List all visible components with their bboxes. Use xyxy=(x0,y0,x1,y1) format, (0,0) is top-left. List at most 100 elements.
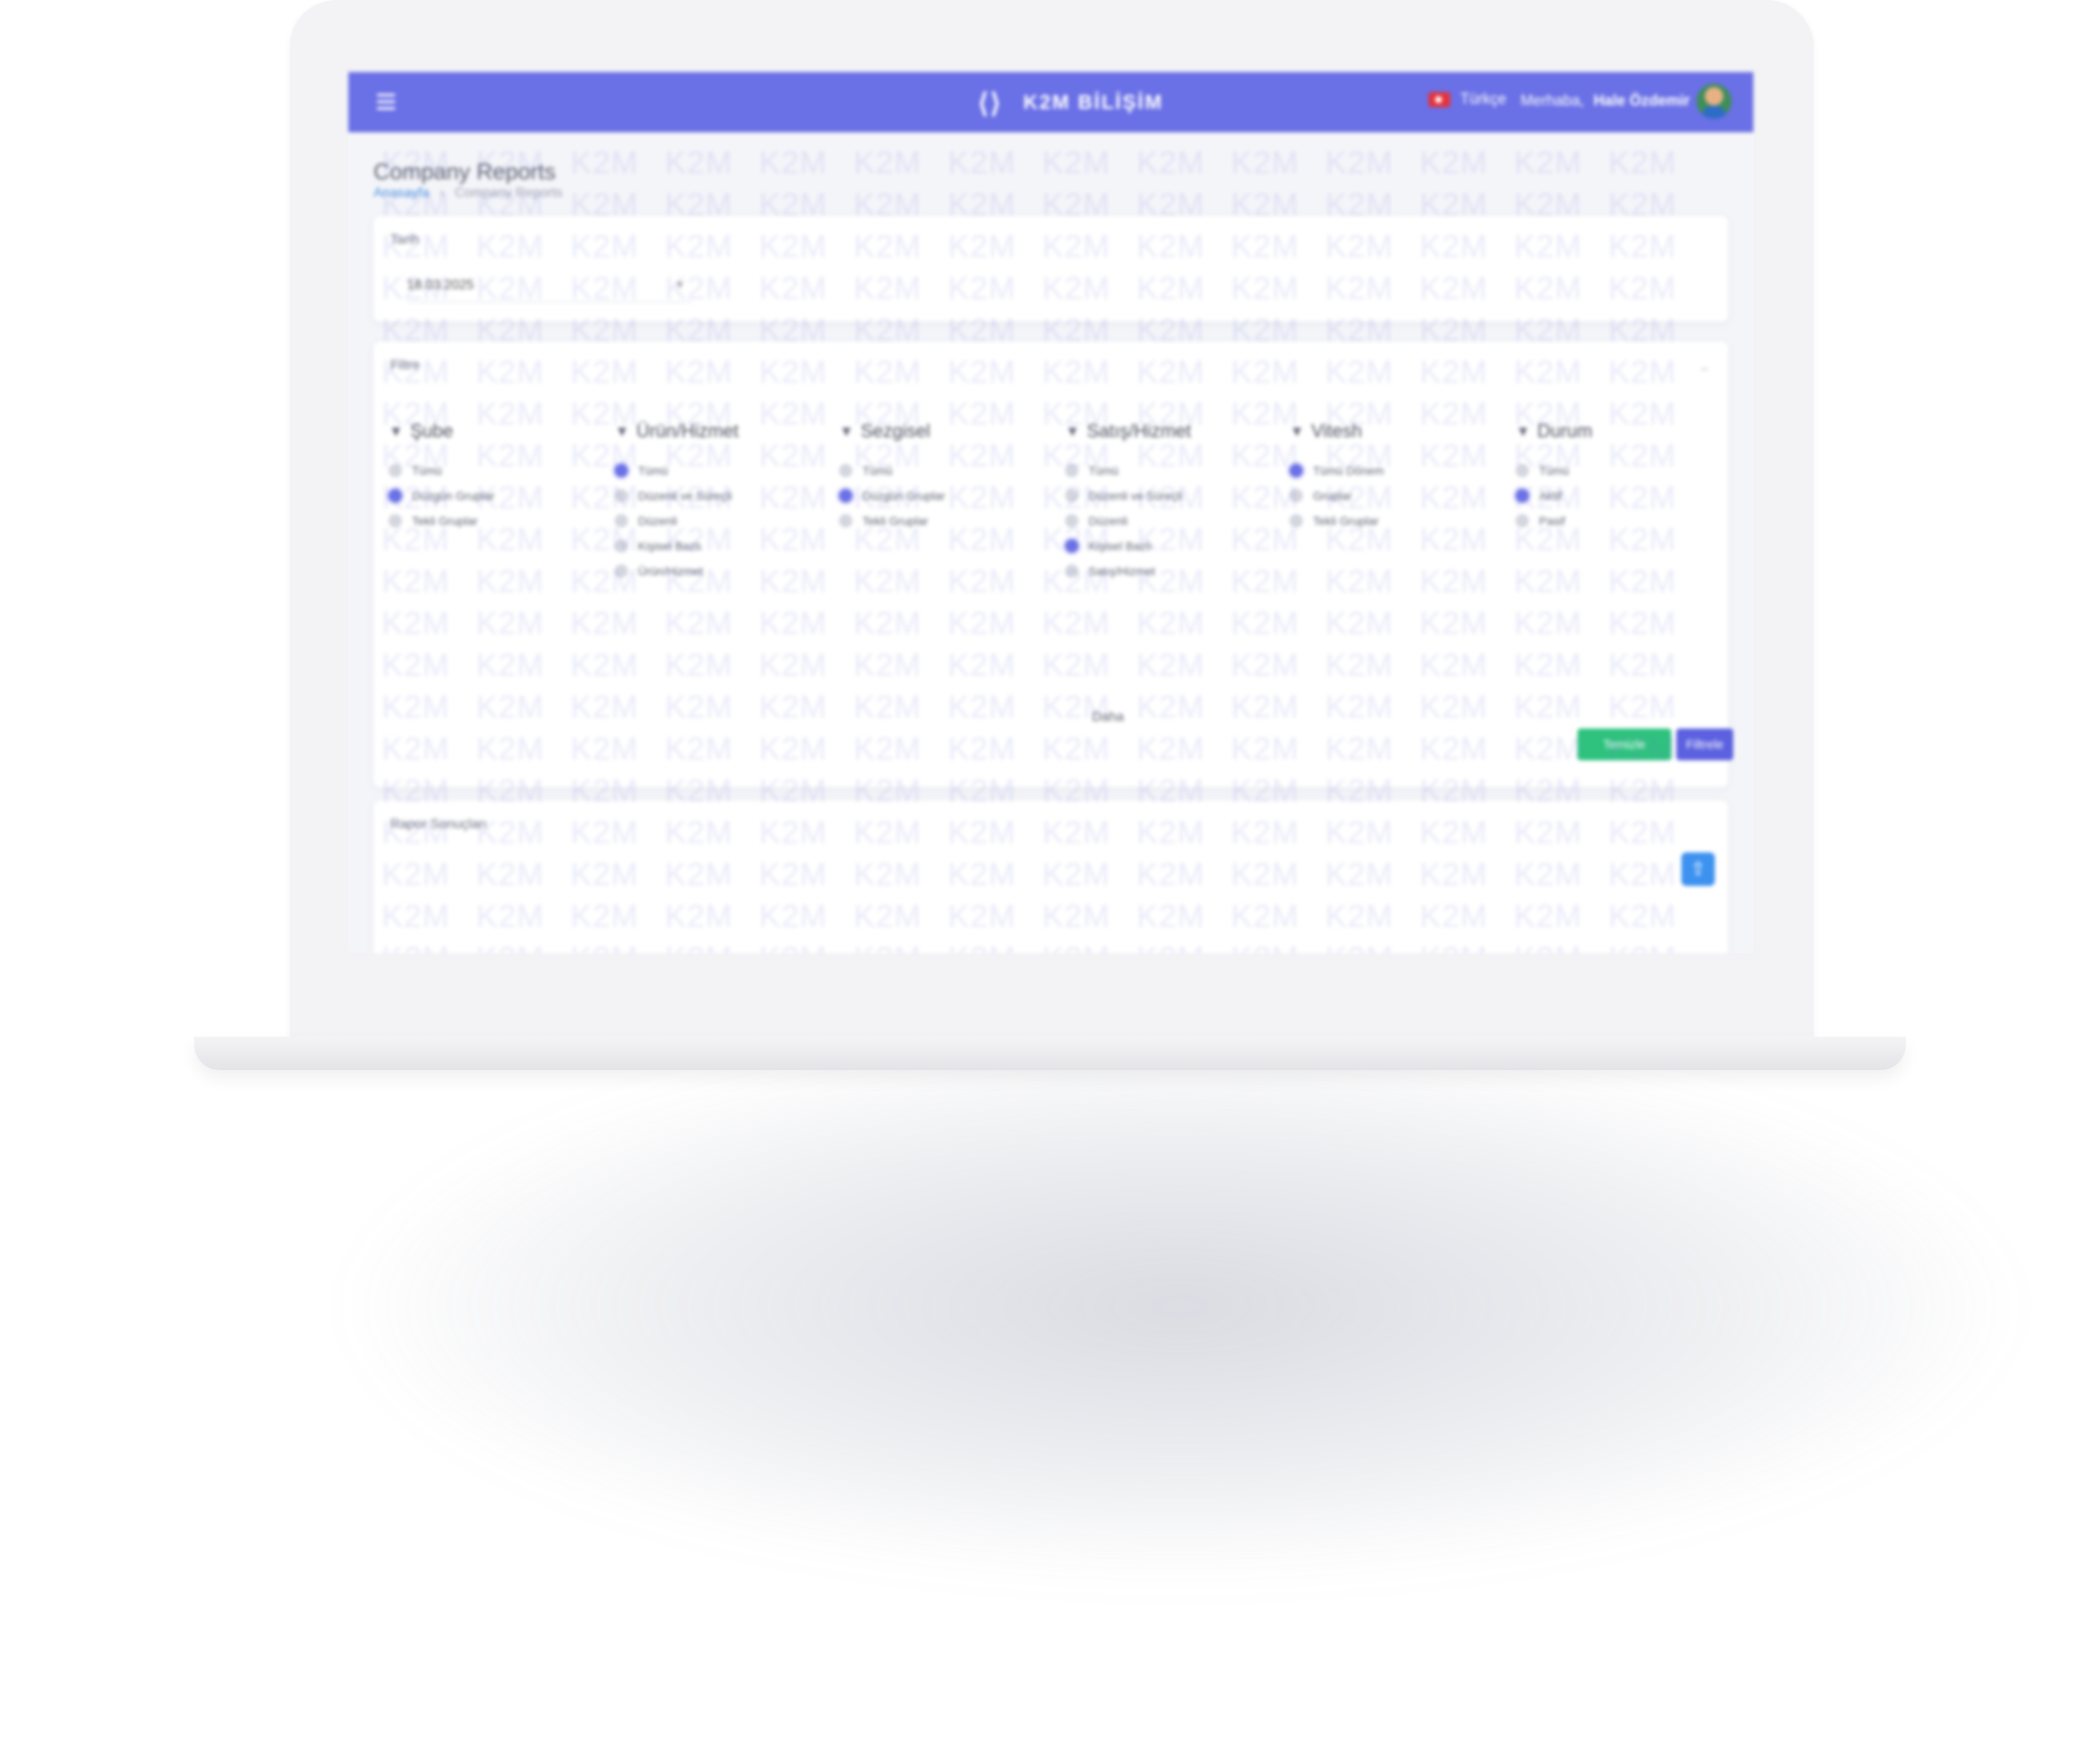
filter-option-label: Aktif xyxy=(1539,489,1562,502)
filter-option[interactable]: Düzenli xyxy=(615,514,832,528)
filter-column-header: ▼ Satış/Hizmet xyxy=(1065,420,1283,442)
filter-button[interactable]: Filtrele xyxy=(1676,728,1733,760)
scroll-top-button[interactable]: ⇧ xyxy=(1681,852,1715,886)
filter-column-header: ▼ Şube xyxy=(389,420,606,442)
avatar[interactable] xyxy=(1696,84,1732,119)
filter-option[interactable]: Tekli Gruplar xyxy=(1289,514,1507,528)
radio-unchecked-icon[interactable] xyxy=(615,514,628,528)
filter-option[interactable]: Tümü xyxy=(839,464,1057,477)
breadcrumb-home-link[interactable]: Anasayfa xyxy=(373,186,430,200)
more-link[interactable]: Daha xyxy=(1092,710,1124,725)
filter-option[interactable]: Düzgün Gruplar xyxy=(389,489,606,502)
radio-unchecked-icon[interactable] xyxy=(1065,514,1078,528)
results-card-title: Rapor Sonuçları xyxy=(390,817,487,831)
radio-unchecked-icon[interactable] xyxy=(1289,489,1303,502)
radio-unchecked-icon[interactable] xyxy=(1065,489,1078,502)
filter-column-title: Satış/Hizmet xyxy=(1086,420,1192,441)
filter-card: Filtre – ▼ Şube Tümü Düzgün Gruplar Tekli Gr… xyxy=(373,342,1733,787)
date-field[interactable]: 18.03.2025 ▾ xyxy=(407,270,692,302)
filter-option-label: Gruplar xyxy=(1313,489,1352,502)
radio-unchecked-icon[interactable] xyxy=(389,464,402,477)
filter-option-label: Tümü xyxy=(412,464,442,477)
collapse-icon[interactable]: – xyxy=(1701,362,1708,377)
filter-option[interactable]: Düzenli ve Süreçli xyxy=(615,489,832,502)
radio-checked-icon[interactable] xyxy=(1065,539,1078,553)
language-selector[interactable]: Türkçe xyxy=(1428,90,1506,108)
filter-option-label: Kişisel Bazlı xyxy=(638,539,702,553)
radio-unchecked-icon[interactable] xyxy=(1065,564,1078,578)
radio-unchecked-icon[interactable] xyxy=(1289,514,1303,528)
filter-option[interactable]: Aktif xyxy=(1516,489,1733,502)
filter-column-title: Ürün/Hizmet xyxy=(636,420,739,441)
radio-unchecked-icon[interactable] xyxy=(839,464,852,477)
radio-unchecked-icon[interactable] xyxy=(1516,514,1529,528)
brand-name: K2M BİLİŞİM xyxy=(1023,91,1164,114)
filter-option[interactable]: Düzenli xyxy=(1065,514,1283,528)
filter-column-header: ▼ Sezgisel xyxy=(839,420,1057,442)
filter-option[interactable]: Gruplar xyxy=(1289,489,1507,502)
laptop-base xyxy=(194,1037,1906,1070)
reset-button[interactable]: Temizle xyxy=(1578,728,1671,760)
filter-option[interactable]: Ürün/Hizmet xyxy=(615,564,832,578)
radio-unchecked-icon[interactable] xyxy=(615,539,628,553)
funnel-icon: ▼ xyxy=(1065,422,1080,440)
radio-checked-icon[interactable] xyxy=(1289,464,1303,477)
date-card: Tarih 18.03.2025 ▾ xyxy=(373,216,1728,322)
filter-option-label: Tekli Gruplar xyxy=(1313,514,1379,528)
filter-option[interactable]: Tümü xyxy=(615,464,832,477)
filter-option-label: Tümü xyxy=(638,464,668,477)
radio-checked-icon[interactable] xyxy=(839,489,852,502)
filter-option-label: Tekli Gruplar xyxy=(862,514,929,528)
filter-column: ▼ Satış/Hizmet Tümü Düzenli ve Süreçli Düzen… xyxy=(1065,420,1283,589)
filter-column-title: Durum xyxy=(1536,420,1593,441)
radio-checked-icon[interactable] xyxy=(1516,489,1529,502)
filter-option[interactable]: Tümü xyxy=(1516,464,1733,477)
filter-option[interactable]: Pasif xyxy=(1516,514,1733,528)
filter-option-label: Tümü xyxy=(1089,464,1119,477)
language-label: Türkçe xyxy=(1460,90,1507,107)
filter-card-title: Filtre xyxy=(390,358,420,373)
filter-column-header: ▼ Vitesh xyxy=(1289,420,1507,442)
filter-option[interactable]: Düzgün Gruplar xyxy=(839,489,1057,502)
radio-checked-icon[interactable] xyxy=(615,464,628,477)
top-navbar: ⟨⟩ K2M BİLİŞİM Türkçe Merhaba, Hale Özde… xyxy=(348,72,1753,132)
turkish-flag-icon xyxy=(1428,91,1450,107)
funnel-icon: ▼ xyxy=(1289,422,1305,440)
radio-unchecked-icon[interactable] xyxy=(1065,464,1078,477)
filter-column: ▼ Vitesh Tümü Dönem Gruplar Tekli Gruplar xyxy=(1289,420,1507,539)
filter-column-title: Vitesh xyxy=(1310,420,1362,441)
filter-column-title: Sezgisel xyxy=(860,420,930,441)
filter-option[interactable]: Kişisel Bazlı xyxy=(615,539,832,553)
filter-option-label: Satış/Hizmet xyxy=(1089,564,1156,578)
filter-option[interactable]: Satış/Hizmet xyxy=(1065,564,1283,578)
page-title: Company Reports xyxy=(373,159,556,184)
funnel-icon: ▼ xyxy=(1516,422,1531,440)
filter-option-label: Tümü xyxy=(1539,464,1569,477)
filter-option[interactable]: Tümü Dönem xyxy=(1289,464,1507,477)
filter-option[interactable]: Tümü xyxy=(1065,464,1283,477)
filter-option-label: Kişisel Bazlı xyxy=(1089,539,1152,553)
filter-option[interactable]: Tekli Gruplar xyxy=(389,514,606,528)
radio-unchecked-icon[interactable] xyxy=(839,514,852,528)
laptop-screen: ⟨⟩ K2M BİLİŞİM Türkçe Merhaba, Hale Özde… xyxy=(348,72,1753,953)
filter-option-label: Pasif xyxy=(1539,514,1566,528)
filter-option-label: Ürün/Hizmet xyxy=(638,564,703,578)
filter-option[interactable]: Tekli Gruplar xyxy=(839,514,1057,528)
filter-option-label: Düzgün Gruplar xyxy=(862,489,945,502)
radio-unchecked-icon[interactable] xyxy=(1516,464,1529,477)
filter-column-title: Şube xyxy=(409,420,454,441)
filter-option[interactable]: Düzenli ve Süreçli xyxy=(1065,489,1283,502)
filter-option[interactable]: Kişisel Bazlı xyxy=(1065,539,1283,553)
radio-unchecked-icon[interactable] xyxy=(615,564,628,578)
date-value: 18.03.2025 xyxy=(407,278,475,292)
filter-column: ▼ Sezgisel Tümü Düzgün Gruplar Tekli Gruplar xyxy=(839,420,1057,539)
menu-icon[interactable] xyxy=(377,94,395,111)
filter-option[interactable]: Tümü xyxy=(389,464,606,477)
breadcrumb-current: Company Reports xyxy=(454,186,563,200)
welcome-text: Merhaba, Hale Özdemir xyxy=(1521,92,1690,110)
radio-unchecked-icon[interactable] xyxy=(615,489,628,502)
funnel-icon: ▼ xyxy=(615,422,630,440)
brand-logo[interactable]: ⟨⟩ K2M BİLİŞİM xyxy=(978,89,1163,117)
radio-unchecked-icon[interactable] xyxy=(389,514,402,528)
radio-checked-icon[interactable] xyxy=(389,489,402,502)
